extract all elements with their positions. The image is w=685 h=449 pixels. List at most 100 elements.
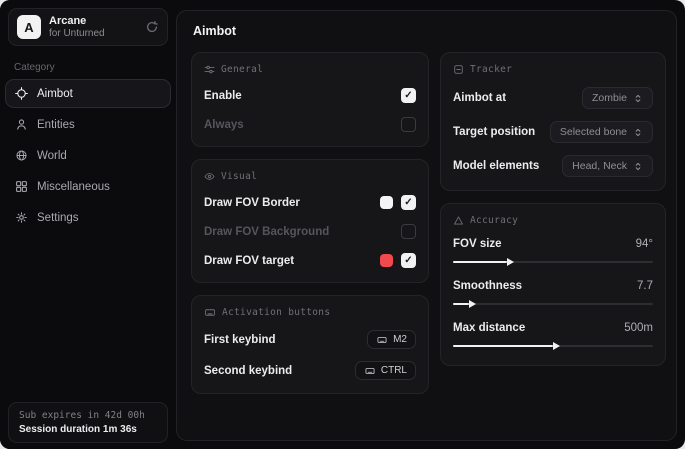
setting-label: Always — [204, 119, 244, 131]
chevrons-up-down-icon — [633, 161, 643, 172]
slider-thumb[interactable] — [453, 261, 507, 263]
triangle-icon — [453, 215, 464, 226]
card-title: Visual — [221, 171, 257, 182]
setting-row-always: Always — [204, 116, 416, 133]
setting-label: Draw FOV Background — [204, 226, 329, 238]
setting-label: Model elements — [453, 160, 539, 172]
target-color-swatch[interactable] — [380, 254, 393, 267]
keyboard-icon — [376, 335, 388, 345]
setting-row-smoothness: Smoothness 7.7 — [453, 280, 653, 308]
setting-label: Enable — [204, 90, 242, 102]
setting-row-fov-size: FOV size 94° — [453, 238, 653, 266]
setting-label: Aimbot at — [453, 92, 506, 104]
refresh-icon[interactable] — [145, 20, 159, 34]
main-panel: Aimbot General Enable — [176, 10, 677, 441]
general-card-header: General — [204, 64, 416, 75]
visual-card: Visual Draw FOV Border Draw FOV Backgrou… — [191, 159, 429, 283]
select-value: Head, Neck — [572, 160, 627, 172]
sub-expires-text: Sub expires in 42d 00h — [19, 410, 157, 421]
fov-target-checkbox[interactable] — [401, 253, 416, 268]
activation-card-header: Activation buttons — [204, 307, 416, 318]
enable-checkbox[interactable] — [401, 88, 416, 103]
sidebar-item-miscellaneous[interactable]: Miscellaneous — [5, 172, 171, 201]
sidebar: A Arcane for Unturned Category Aimbo — [0, 0, 176, 449]
card-title: General — [221, 64, 263, 75]
tracker-card-header: Tracker — [453, 64, 653, 75]
sidebar-item-label: Aimbot — [37, 88, 73, 100]
setting-row-fov-background: Draw FOV Background — [204, 223, 416, 240]
second-keybind-button[interactable]: CTRL — [355, 361, 416, 380]
globe-icon — [15, 149, 28, 162]
target-position-select[interactable]: Selected bone — [550, 121, 653, 143]
keyboard-icon — [204, 307, 216, 318]
keybind-value: M2 — [393, 334, 407, 345]
setting-label: Draw FOV Border — [204, 197, 300, 209]
setting-row-target-position: Target position Selected bone — [453, 121, 653, 143]
accuracy-card-header: Accuracy — [453, 215, 653, 226]
setting-row-fov-target: Draw FOV target — [204, 252, 416, 269]
max-distance-value: 500m — [624, 322, 653, 334]
sliders-icon — [204, 64, 215, 75]
sidebar-item-label: Miscellaneous — [37, 181, 110, 193]
category-label: Category — [14, 62, 176, 73]
setting-row-fov-border: Draw FOV Border — [204, 194, 416, 211]
aimbot-at-select[interactable]: Zombie — [582, 87, 653, 109]
app-logo: A — [17, 15, 41, 39]
chevrons-up-down-icon — [633, 127, 643, 138]
person-icon — [15, 118, 28, 131]
smoothness-slider[interactable] — [453, 300, 653, 308]
slider-track — [453, 303, 653, 305]
setting-label: FOV size — [453, 238, 502, 250]
chevrons-up-down-icon — [633, 93, 643, 104]
app-window: A Arcane for Unturned Category Aimbo — [0, 0, 685, 449]
setting-row-enable: Enable — [204, 87, 416, 104]
app-title-block: Arcane for Unturned — [49, 15, 105, 40]
max-distance-slider[interactable] — [453, 342, 653, 350]
app-name: Arcane — [49, 15, 105, 28]
left-column: General Enable Always — [191, 52, 429, 394]
select-value: Selected bone — [560, 126, 627, 138]
select-value: Zombie — [592, 92, 627, 104]
setting-row-first-keybind: First keybind M2 — [204, 330, 416, 349]
minus-square-icon — [453, 64, 464, 75]
setting-label: Draw FOV target — [204, 255, 294, 267]
fov-size-slider[interactable] — [453, 258, 653, 266]
setting-label: Smoothness — [453, 280, 522, 292]
gear-icon — [15, 211, 28, 224]
sidebar-item-world[interactable]: World — [5, 141, 171, 170]
setting-row-aimbot-at: Aimbot at Zombie — [453, 87, 653, 109]
card-title: Tracker — [470, 64, 512, 75]
sidebar-nav: Aimbot Entities World — [0, 79, 176, 232]
accuracy-card: Accuracy FOV size 94° — [440, 203, 666, 366]
session-duration-text: Session duration 1m 36s — [19, 424, 157, 435]
sidebar-item-settings[interactable]: Settings — [5, 203, 171, 232]
general-card: General Enable Always — [191, 52, 429, 147]
sidebar-item-label: Entities — [37, 119, 75, 131]
border-color-swatch[interactable] — [380, 196, 393, 209]
always-checkbox[interactable] — [401, 117, 416, 132]
setting-label: Second keybind — [204, 365, 292, 377]
fov-background-checkbox[interactable] — [401, 224, 416, 239]
card-title: Accuracy — [470, 215, 518, 226]
model-elements-select[interactable]: Head, Neck — [562, 155, 653, 177]
visual-card-header: Visual — [204, 171, 416, 182]
app-header: A Arcane for Unturned — [8, 8, 168, 46]
app-subtitle: for Unturned — [49, 28, 105, 40]
sidebar-item-label: Settings — [37, 212, 79, 224]
fov-size-value: 94° — [636, 238, 653, 250]
slider-thumb[interactable] — [453, 303, 469, 305]
page-title: Aimbot — [193, 24, 666, 38]
setting-row-model-elements: Model elements Head, Neck — [453, 155, 653, 177]
sidebar-item-label: World — [37, 150, 67, 162]
setting-label: Max distance — [453, 322, 525, 334]
fov-border-checkbox[interactable] — [401, 195, 416, 210]
crosshair-icon — [15, 87, 28, 100]
right-column: Tracker Aimbot at Zombie — [440, 52, 666, 366]
sidebar-item-aimbot[interactable]: Aimbot — [5, 79, 171, 108]
setting-label: First keybind — [204, 334, 276, 346]
first-keybind-button[interactable]: M2 — [367, 330, 416, 349]
eye-icon — [204, 171, 215, 182]
card-title: Activation buttons — [222, 307, 330, 318]
slider-thumb[interactable] — [453, 345, 553, 347]
sidebar-item-entities[interactable]: Entities — [5, 110, 171, 139]
